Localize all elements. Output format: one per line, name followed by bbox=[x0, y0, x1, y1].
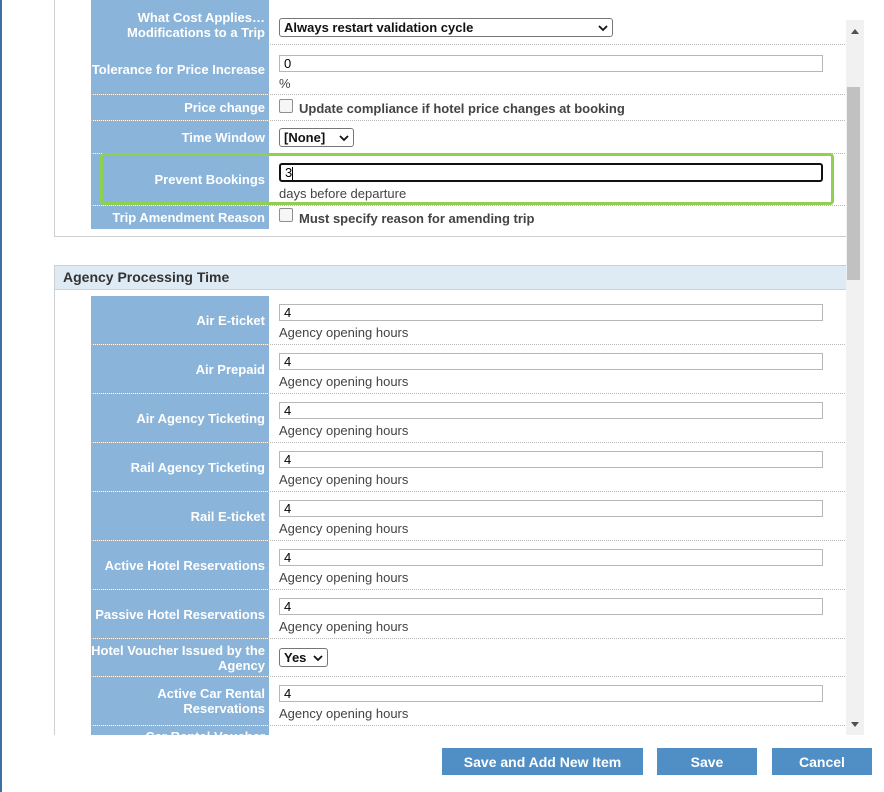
label-rail-eticket: Rail E-ticket bbox=[91, 492, 269, 540]
vertical-scrollbar[interactable] bbox=[846, 20, 864, 735]
label-time-window: Time Window bbox=[91, 121, 269, 153]
save-and-add-new-button[interactable]: Save and Add New Item bbox=[442, 748, 643, 775]
cancel-button[interactable]: Cancel bbox=[772, 748, 872, 775]
scrollbar-thumb[interactable] bbox=[847, 87, 860, 280]
prevent-bookings-unit: days before departure bbox=[279, 186, 407, 201]
policy-panel: What Cost Applies… Modifications to a Tr… bbox=[54, 0, 846, 237]
price-change-checkbox-label[interactable]: Update compliance if hotel price changes… bbox=[299, 101, 625, 116]
form-scroll-area: What Cost Applies… Modifications to a Tr… bbox=[2, 0, 846, 735]
tolerance-input[interactable]: 0 bbox=[279, 55, 823, 72]
air-eticket-unit: Agency opening hours bbox=[279, 325, 409, 340]
rail-agency-ticketing-input[interactable]: 4 bbox=[279, 451, 823, 468]
time-window-value: [None] bbox=[284, 130, 326, 145]
air-agency-ticketing-unit: Agency opening hours bbox=[279, 423, 409, 438]
row-prevent-bookings: Prevent Bookings 3 days before departure bbox=[91, 154, 845, 206]
active-hotel-unit: Agency opening hours bbox=[279, 570, 409, 585]
active-car-rental-unit: Agency opening hours bbox=[279, 706, 409, 721]
label-price-change: Price change bbox=[91, 95, 269, 120]
trip-amendment-checkbox-label[interactable]: Must specify reason for amending trip bbox=[299, 211, 535, 226]
tolerance-unit: % bbox=[279, 76, 291, 91]
rail-agency-ticketing-unit: Agency opening hours bbox=[279, 472, 409, 487]
air-agency-ticketing-input[interactable]: 4 bbox=[279, 402, 823, 419]
save-button[interactable]: Save bbox=[657, 748, 757, 775]
label-hotel-voucher: Hotel Voucher Issued by the Agency bbox=[91, 639, 269, 676]
row-modifications-cost: What Cost Applies… Modifications to a Tr… bbox=[91, 0, 845, 45]
air-prepaid-input[interactable]: 4 bbox=[279, 353, 823, 370]
row-active-hotel: Active Hotel Reservations 4 Agency openi… bbox=[91, 541, 845, 590]
air-prepaid-unit: Agency opening hours bbox=[279, 374, 409, 389]
scroll-down-arrow-icon[interactable] bbox=[846, 716, 864, 734]
label-prevent-bookings: Prevent Bookings bbox=[91, 154, 269, 205]
scroll-up-arrow-icon[interactable] bbox=[846, 22, 864, 40]
label-air-agency-ticketing: Air Agency Ticketing bbox=[91, 394, 269, 442]
row-time-window: Time Window [None] bbox=[91, 121, 845, 154]
label-air-prepaid: Air Prepaid bbox=[91, 345, 269, 393]
trip-amendment-checkbox[interactable] bbox=[279, 208, 293, 222]
prevent-bookings-input[interactable]: 3 bbox=[279, 163, 823, 182]
prevent-bookings-value: 3 bbox=[285, 165, 293, 180]
passive-hotel-unit: Agency opening hours bbox=[279, 619, 409, 634]
rail-eticket-unit: Agency opening hours bbox=[279, 521, 409, 536]
row-air-prepaid: Air Prepaid 4 Agency opening hours bbox=[91, 345, 845, 394]
price-change-checkbox[interactable] bbox=[279, 99, 293, 113]
row-hotel-voucher: Hotel Voucher Issued by the Agency Yes bbox=[91, 639, 845, 677]
label-car-rental-voucher: Car Rental Voucher Issued… bbox=[91, 726, 269, 735]
chevron-down-icon bbox=[313, 654, 323, 661]
modifications-cost-select[interactable]: Always restart validation cycle bbox=[279, 18, 613, 37]
row-tolerance: Tolerance for Price Increase 0 % bbox=[91, 44, 845, 95]
hotel-voucher-select[interactable]: Yes bbox=[279, 648, 328, 667]
row-air-agency-ticketing: Air Agency Ticketing 4 Agency opening ho… bbox=[91, 394, 845, 443]
passive-hotel-input[interactable]: 4 bbox=[279, 598, 823, 615]
time-window-select[interactable]: [None] bbox=[279, 128, 354, 147]
text-cursor bbox=[292, 167, 294, 181]
chevron-down-icon bbox=[598, 24, 608, 31]
active-hotel-input[interactable]: 4 bbox=[279, 549, 823, 566]
label-tolerance: Tolerance for Price Increase bbox=[91, 44, 269, 94]
label-passive-hotel: Passive Hotel Reservations bbox=[91, 590, 269, 638]
row-passive-hotel: Passive Hotel Reservations 4 Agency open… bbox=[91, 590, 845, 639]
row-air-eticket: Air E-ticket 4 Agency opening hours bbox=[91, 296, 845, 345]
label-modifications-cost: What Cost Applies… Modifications to a Tr… bbox=[91, 0, 269, 44]
row-car-rental-voucher: Car Rental Voucher Issued… bbox=[91, 726, 845, 735]
label-air-eticket: Air E-ticket bbox=[91, 296, 269, 344]
air-eticket-input[interactable]: 4 bbox=[279, 304, 823, 321]
label-active-hotel: Active Hotel Reservations bbox=[91, 541, 269, 589]
chevron-down-icon bbox=[339, 134, 349, 141]
row-trip-amendment: Trip Amendment Reason Must specify reaso… bbox=[91, 206, 845, 229]
row-rail-eticket: Rail E-ticket 4 Agency opening hours bbox=[91, 492, 845, 541]
label-trip-amendment: Trip Amendment Reason bbox=[91, 206, 269, 229]
row-active-car-rental: Active Car Rental Reservations 4 Agency … bbox=[91, 677, 845, 726]
label-rail-agency-ticketing: Rail Agency Ticketing bbox=[91, 443, 269, 491]
section-title-agency-processing: Agency Processing Time bbox=[55, 266, 846, 290]
active-car-rental-input[interactable]: 4 bbox=[279, 685, 823, 702]
hotel-voucher-value: Yes bbox=[284, 650, 307, 665]
row-rail-agency-ticketing: Rail Agency Ticketing 4 Agency opening h… bbox=[91, 443, 845, 492]
label-active-car-rental: Active Car Rental Reservations bbox=[91, 677, 269, 725]
rail-eticket-input[interactable]: 4 bbox=[279, 500, 823, 517]
row-price-change: Price change Update compliance if hotel … bbox=[91, 95, 845, 121]
modifications-cost-value: Always restart validation cycle bbox=[284, 20, 474, 35]
agency-processing-panel: Agency Processing Time Air E-ticket 4 Ag… bbox=[54, 265, 846, 735]
